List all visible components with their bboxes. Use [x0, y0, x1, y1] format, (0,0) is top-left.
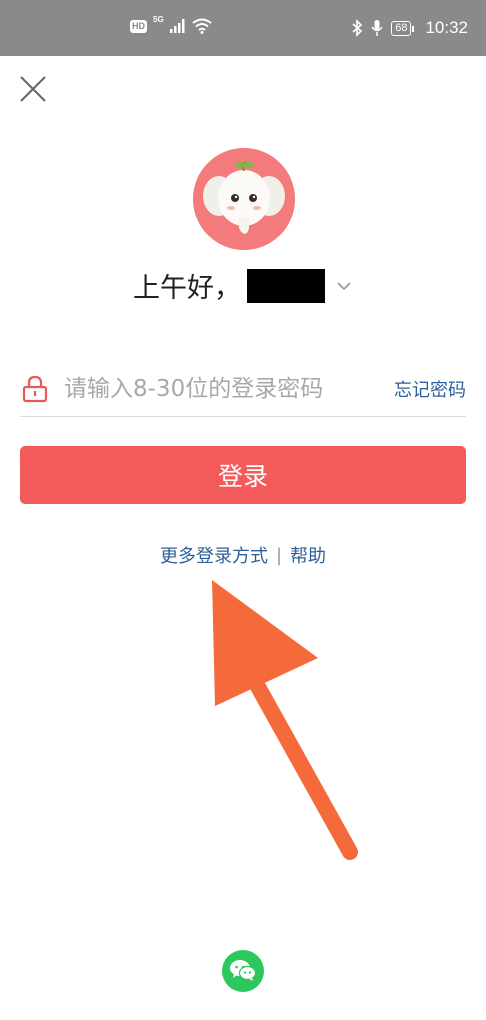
- wechat-login-button[interactable]: [222, 950, 264, 992]
- status-bar-right: 68 10:32: [351, 18, 468, 38]
- elephant-mascot-icon: [193, 148, 295, 250]
- close-icon: [20, 76, 46, 102]
- more-options-row: 更多登录方式 | 帮助: [0, 542, 486, 568]
- signal-icon: [169, 19, 185, 33]
- hd-badge: HD: [130, 19, 147, 33]
- wifi-icon: [192, 18, 212, 34]
- lock-icon: [22, 375, 48, 403]
- forgot-password-link[interactable]: 忘记密码: [394, 376, 466, 402]
- clock: 10:32: [425, 18, 468, 37]
- greeting-row: 上午好，: [0, 266, 486, 305]
- status-bar: HD 5G 68 10:32: [0, 0, 486, 56]
- help-link[interactable]: 帮助: [290, 542, 326, 568]
- status-bar-left: HD 5G: [130, 15, 212, 34]
- login-button[interactable]: 登录: [20, 446, 466, 504]
- wechat-icon: [230, 960, 257, 981]
- redacted-username: [247, 268, 325, 303]
- password-row: 忘记密码: [20, 362, 466, 417]
- network-type: 5G: [153, 15, 164, 24]
- avatar: [193, 148, 295, 250]
- battery-icon: 68: [391, 20, 415, 36]
- bluetooth-icon: [352, 19, 363, 37]
- password-input[interactable]: [64, 376, 376, 402]
- close-button[interactable]: [18, 74, 48, 104]
- greeting-text: 上午好，: [133, 273, 241, 304]
- more-login-methods-link[interactable]: 更多登录方式: [160, 542, 268, 568]
- mic-icon: [371, 20, 383, 36]
- link-separator: |: [275, 544, 283, 566]
- chevron-down-icon[interactable]: [335, 277, 353, 295]
- annotation-arrow-icon: [212, 580, 358, 860]
